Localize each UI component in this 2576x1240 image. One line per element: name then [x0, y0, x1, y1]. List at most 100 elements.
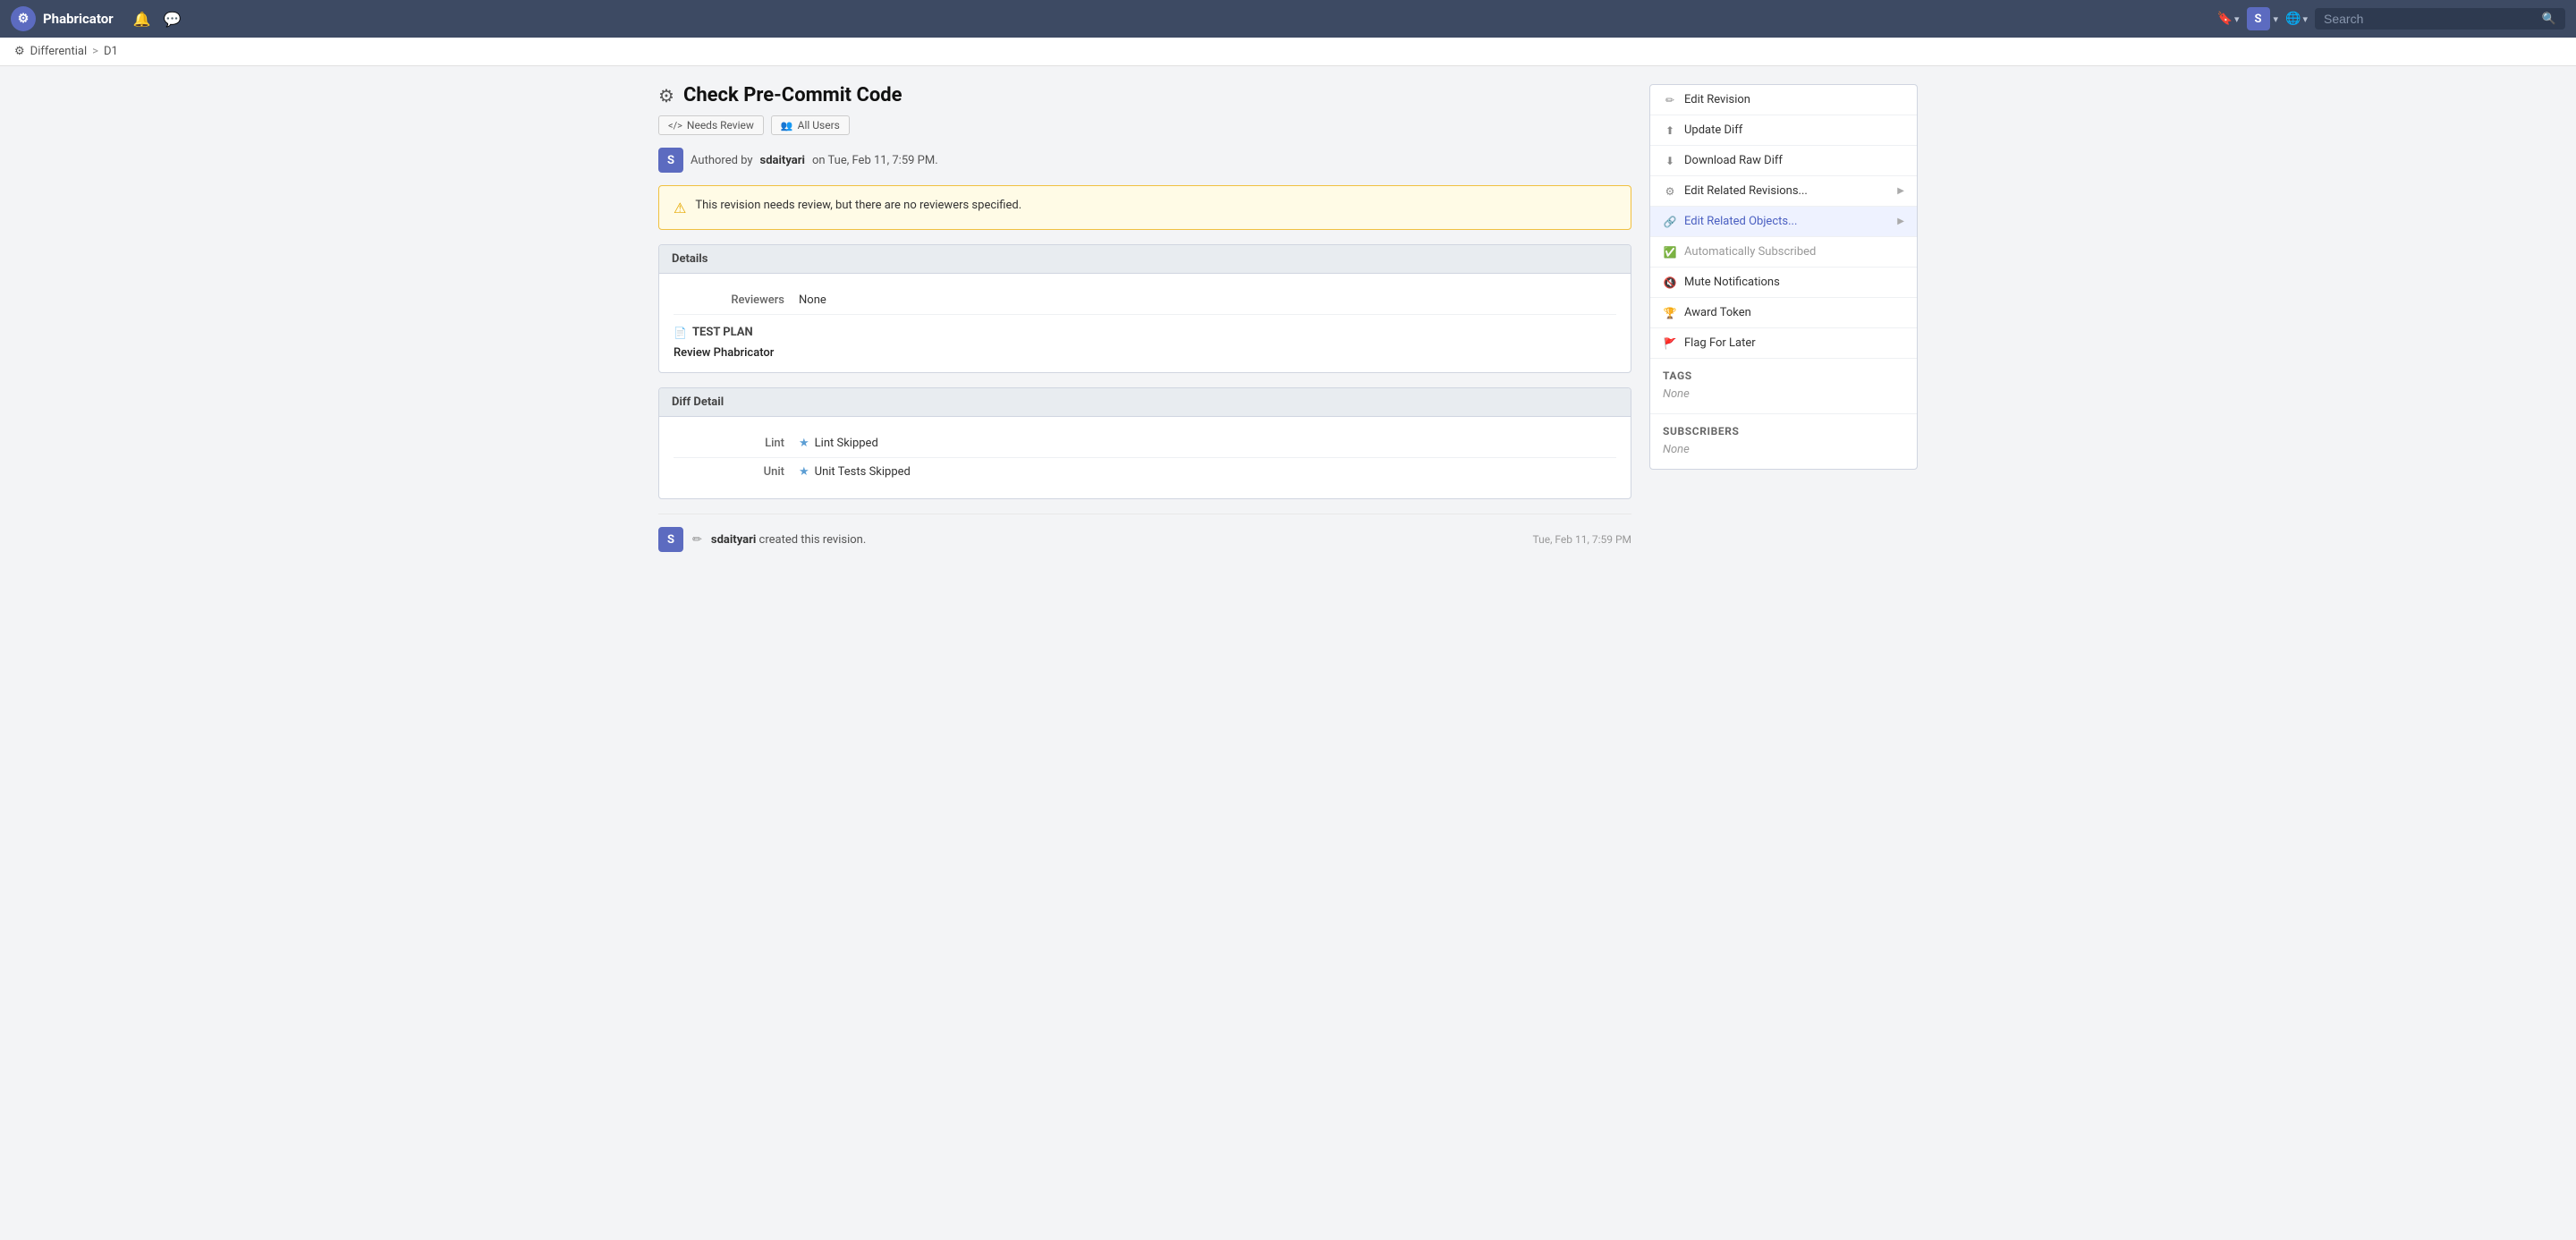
reviewers-label: Reviewers [674, 293, 799, 307]
search-input[interactable] [2324, 12, 2537, 26]
lint-star: ★ [799, 437, 809, 450]
bookmark-button[interactable]: 🔖 ▾ [2217, 12, 2240, 26]
sidebar-item-mute-notifications-label: Mute Notifications [1684, 276, 1780, 289]
sidebar-item-download-raw[interactable]: ⬇ Download Raw Diff [1650, 146, 1917, 176]
chat-icon[interactable]: 💬 [164, 11, 182, 28]
test-plan-section: 📄 TEST PLAN Review Phabricator [674, 326, 1616, 360]
details-header: Details [659, 245, 1631, 274]
topnav: ⚙ Phabricator 🔔 💬 🔖 ▾ S ▾ 🌐 ▾ 🔍 [0, 0, 2576, 38]
tags-section: Tags None [1650, 358, 1917, 413]
globe-menu[interactable]: 🌐 ▾ [2285, 12, 2308, 26]
sidebar-item-award-token[interactable]: 🏆 Award Token [1650, 298, 1917, 328]
subscribers-title: Subscribers [1663, 425, 1904, 437]
tag-all-users[interactable]: 👥 All Users [771, 115, 850, 135]
sidebar-item-update-diff[interactable]: ⬆ Update Diff [1650, 115, 1917, 146]
authored-by-text: Authored by [691, 154, 753, 167]
trophy-icon: 🏆 [1663, 307, 1677, 319]
bookmark-chevron: ▾ [2234, 13, 2240, 25]
users-icon: 👥 [781, 120, 793, 132]
tags-value: None [1663, 387, 1904, 408]
warning-text: This revision needs review, but there ar… [695, 199, 1021, 212]
breadcrumb-icon: ⚙ [14, 45, 25, 58]
unit-star: ★ [799, 465, 809, 479]
sidebar-item-mute-notifications[interactable]: 🔇 Mute Notifications [1650, 268, 1917, 298]
topnav-right: 🔖 ▾ S ▾ 🌐 ▾ 🔍 [2217, 7, 2565, 30]
main-content: ⚙ Check Pre-Commit Code </> Needs Review… [658, 84, 1631, 565]
revisions-arrow: ▶ [1897, 186, 1904, 196]
diff-detail-section: Diff Detail Lint ★ Lint Skipped Unit ★ U… [658, 387, 1631, 499]
tag-all-users-label: All Users [798, 119, 840, 132]
sidebar-item-edit-revision[interactable]: ✏ Edit Revision [1650, 85, 1917, 115]
author-line: S Authored by sdaityari on Tue, Feb 11, … [658, 148, 1631, 173]
tag-needs-review-label: Needs Review [687, 119, 754, 132]
diff-detail-header: Diff Detail [659, 388, 1631, 417]
unit-value: ★ Unit Tests Skipped [799, 465, 911, 479]
lint-row: Lint ★ Lint Skipped [674, 429, 1616, 458]
objects-arrow: ▶ [1897, 217, 1904, 226]
activity-username[interactable]: sdaityari [711, 533, 756, 547]
bell-icon[interactable]: 🔔 [133, 11, 151, 28]
unit-row: Unit ★ Unit Tests Skipped [674, 458, 1616, 486]
breadcrumb: ⚙ Differential > D1 [0, 38, 2576, 66]
upload-icon: ⬆ [1663, 124, 1677, 137]
code-icon: </> [668, 120, 682, 132]
activity-action: created this revision. [759, 533, 867, 547]
sidebar-item-auto-subscribed-label: Automatically Subscribed [1684, 245, 1816, 259]
test-plan-text: Review Phabricator [674, 346, 1616, 360]
activity-timestamp: Tue, Feb 11, 7:59 PM [1533, 533, 1632, 546]
sidebar-item-award-token-label: Award Token [1684, 306, 1751, 319]
download-icon: ⬇ [1663, 155, 1677, 167]
breadcrumb-current: D1 [104, 45, 118, 58]
author-name[interactable]: sdaityari [760, 154, 805, 167]
warning-box: ⚠ This revision needs review, but there … [658, 185, 1631, 230]
globe-chevron: ▾ [2302, 13, 2308, 25]
sidebar-item-flag-for-later[interactable]: 🚩 Flag For Later [1650, 328, 1917, 358]
search-box[interactable]: 🔍 [2315, 8, 2565, 30]
breadcrumb-parent[interactable]: Differential [30, 45, 87, 58]
gear-icon: ⚙ [1663, 185, 1677, 198]
lint-label: Lint [674, 437, 799, 450]
sidebar-item-auto-subscribed: ✅ Automatically Subscribed [1650, 237, 1917, 268]
sidebar-item-edit-related-revisions-label: Edit Related Revisions... [1684, 184, 1808, 198]
logo-icon: ⚙ [11, 6, 36, 31]
sidebar-item-edit-related-objects[interactable]: 🔗 Edit Related Objects... ▶ [1650, 207, 1917, 237]
unit-label: Unit [674, 465, 799, 479]
app-logo[interactable]: ⚙ Phabricator [11, 6, 114, 31]
tag-needs-review[interactable]: </> Needs Review [658, 115, 764, 135]
sidebar-item-update-diff-label: Update Diff [1684, 123, 1742, 137]
activity-text: sdaityari created this revision. [711, 533, 1524, 547]
authored-on-text: on Tue, Feb 11, 7:59 PM. [812, 154, 938, 167]
diff-detail-body: Lint ★ Lint Skipped Unit ★ Unit Tests Sk… [659, 417, 1631, 498]
page-title-icon: ⚙ [658, 85, 674, 106]
page-title: Check Pre-Commit Code [683, 84, 902, 106]
bookmark-icon: 🔖 [2217, 12, 2233, 26]
lint-text: Lint Skipped [815, 437, 878, 450]
user-chevron: ▾ [2274, 13, 2279, 25]
test-plan-title: TEST PLAN [692, 326, 753, 339]
sidebar-item-edit-revision-label: Edit Revision [1684, 93, 1750, 106]
activity-avatar: S [658, 527, 683, 552]
lint-value: ★ Lint Skipped [799, 437, 878, 450]
sidebar-item-edit-related-objects-label: Edit Related Objects... [1684, 215, 1797, 228]
details-section: Details Reviewers None 📄 TEST PLAN Revie… [658, 244, 1631, 373]
topnav-icons: 🔔 💬 [133, 11, 182, 28]
sidebar-item-edit-related-revisions[interactable]: ⚙ Edit Related Revisions... ▶ [1650, 176, 1917, 207]
activity-edit-icon: ✏ [692, 533, 702, 547]
author-avatar: S [658, 148, 683, 173]
details-body: Reviewers None 📄 TEST PLAN Review Phabri… [659, 274, 1631, 372]
reviewers-row: Reviewers None [674, 286, 1616, 315]
sidebar-menu: ✏ Edit Revision ⬆ Update Diff ⬇ Download… [1650, 85, 1917, 358]
reviewers-value: None [799, 293, 826, 307]
test-plan-icon: 📄 [674, 327, 687, 339]
sidebar-item-flag-for-later-label: Flag For Later [1684, 336, 1756, 350]
user-menu[interactable]: S ▾ [2247, 7, 2279, 30]
page-tags: </> Needs Review 👥 All Users [658, 115, 1631, 135]
mute-icon: 🔇 [1663, 276, 1677, 289]
flag-icon: 🚩 [1663, 337, 1677, 350]
globe-icon: 🌐 [2285, 12, 2301, 26]
check-circle-icon: ✅ [1663, 246, 1677, 259]
activity-row: S ✏ sdaityari created this revision. Tue… [658, 514, 1631, 565]
edit-icon: ✏ [1663, 94, 1677, 106]
page-header: ⚙ Check Pre-Commit Code </> Needs Review… [658, 84, 1631, 135]
tags-title: Tags [1663, 369, 1904, 382]
